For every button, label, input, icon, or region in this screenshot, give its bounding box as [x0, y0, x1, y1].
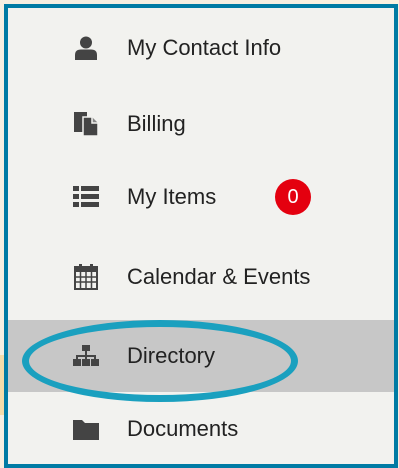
sidebar-item-label: My Contact Info	[127, 35, 282, 60]
sidebar-item-documents[interactable]: Documents	[8, 393, 394, 464]
sidebar-item-my-contact-info[interactable]: My Contact Info	[8, 12, 394, 84]
sidebar-item-calendar-events[interactable]: Calendar & Events	[8, 241, 394, 313]
folder-icon	[72, 415, 100, 443]
sidebar-item-label: Directory	[127, 343, 216, 368]
org-chart-icon	[72, 342, 100, 370]
list-icon	[72, 183, 100, 211]
sidebar-item-label: Calendar & Events	[127, 264, 311, 289]
user-icon	[72, 34, 100, 62]
sidebar-item-label: Documents	[127, 416, 239, 441]
calendar-icon	[72, 263, 100, 291]
billing-documents-icon	[72, 110, 100, 138]
sidebar-menu: My Contact Info Billing My Items 0 Calen…	[8, 8, 394, 464]
sidebar-menu-frame: My Contact Info Billing My Items 0 Calen…	[4, 4, 398, 468]
sidebar-item-my-items[interactable]: My Items 0	[8, 161, 394, 233]
sidebar-item-billing[interactable]: Billing	[8, 88, 394, 160]
sidebar-item-label: My Items	[127, 184, 217, 209]
sidebar-item-directory[interactable]: Directory	[8, 320, 394, 392]
item-count-badge: 0	[275, 179, 311, 215]
sidebar-item-label: Billing	[127, 111, 186, 136]
